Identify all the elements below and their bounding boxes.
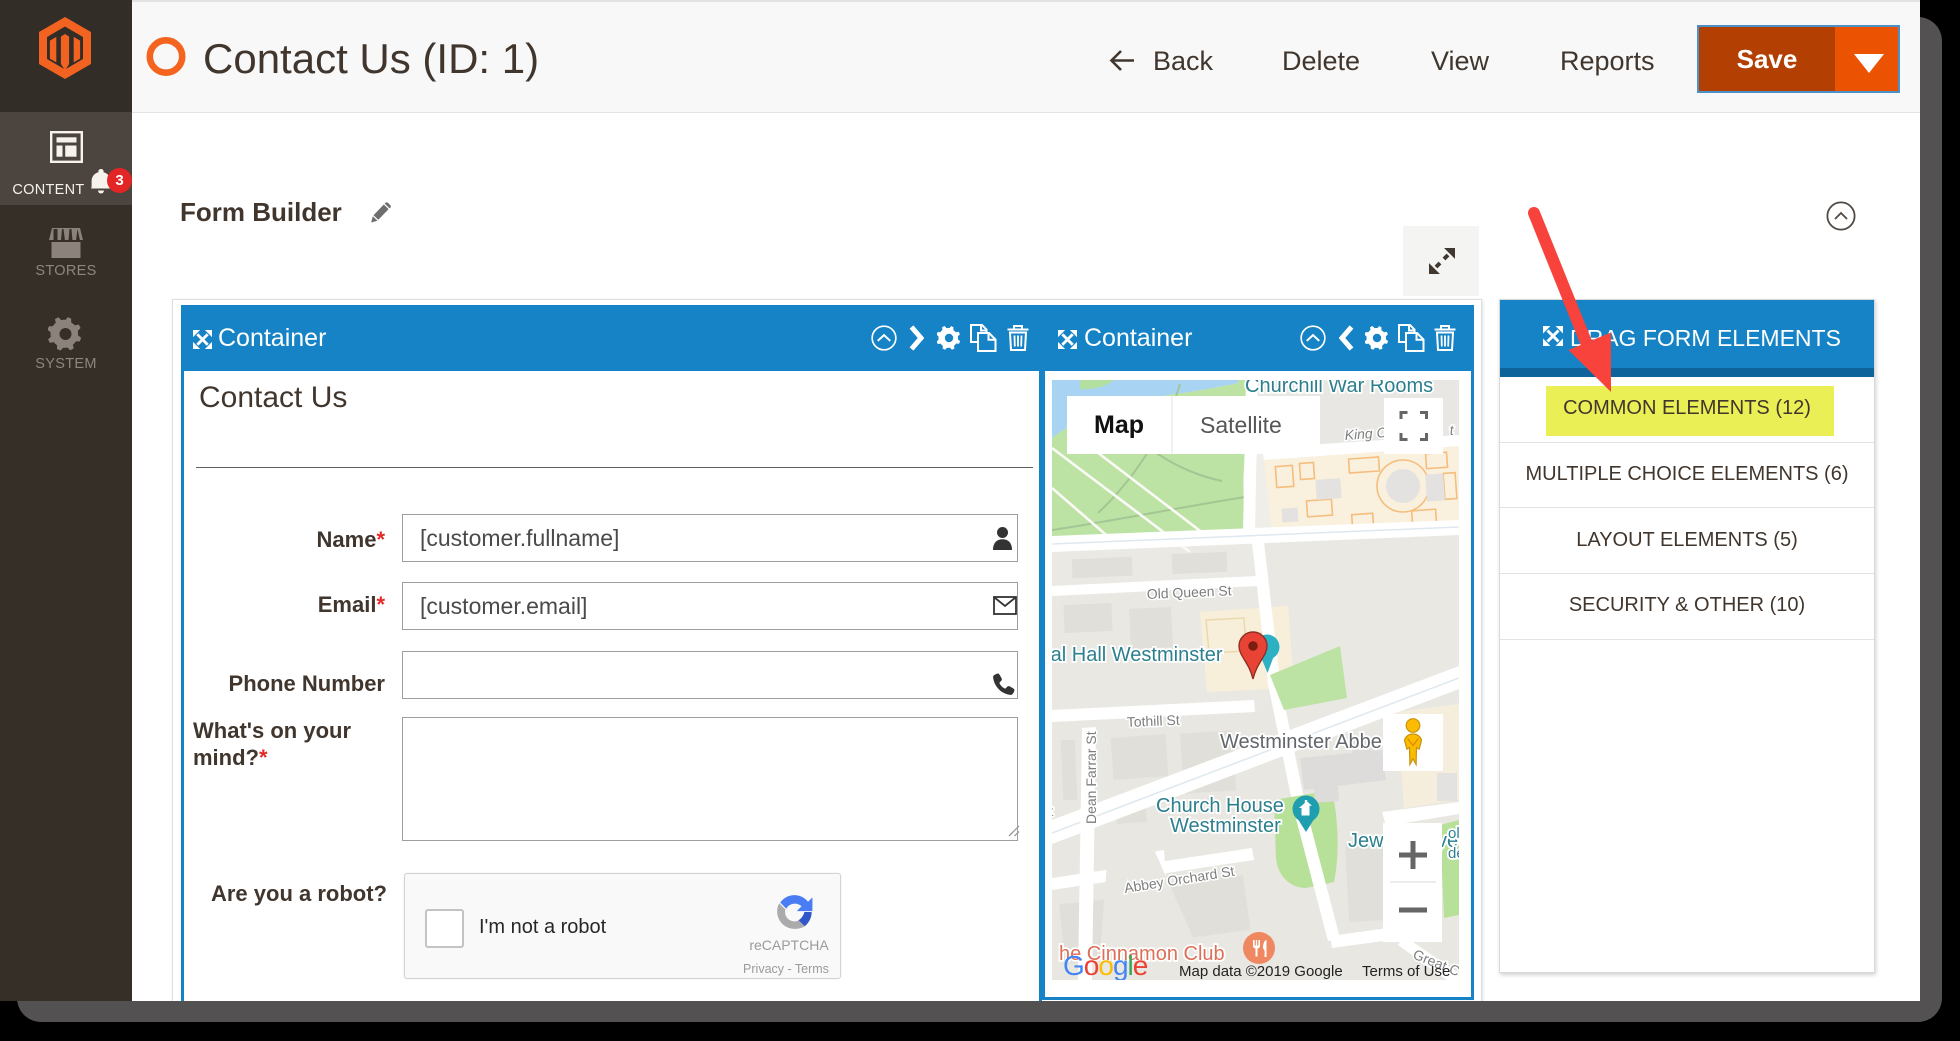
svg-text:St: St	[1052, 803, 1053, 819]
svg-text:Map data ©2019 Google: Map data ©2019 Google	[1179, 963, 1343, 980]
svg-text:ral Hall Westminster: ral Hall Westminster	[1052, 644, 1223, 666]
svg-text:Churchill War Rooms: Churchill War Rooms	[1245, 380, 1433, 397]
svg-text:Google: Google	[1063, 950, 1148, 980]
svg-text:Dean Farrar St: Dean Farrar St	[1083, 731, 1099, 824]
svg-text:Terms of Use: Terms of Use	[1362, 963, 1450, 980]
svg-text:Westminster Abbe: Westminster Abbe	[1220, 731, 1382, 753]
svg-text:de: de	[1448, 845, 1459, 862]
svg-text:Satellite: Satellite	[1200, 412, 1282, 438]
svg-text:Church House: Church House	[1156, 795, 1284, 817]
svg-text:Tothill St: Tothill St	[1126, 712, 1180, 730]
svg-text:Map: Map	[1094, 411, 1144, 439]
svg-text:King C: King C	[1344, 424, 1388, 443]
svg-text:Westminster: Westminster	[1170, 815, 1281, 837]
svg-text:ol: ol	[1448, 825, 1459, 842]
svg-text:Jew: Jew	[1348, 830, 1384, 852]
